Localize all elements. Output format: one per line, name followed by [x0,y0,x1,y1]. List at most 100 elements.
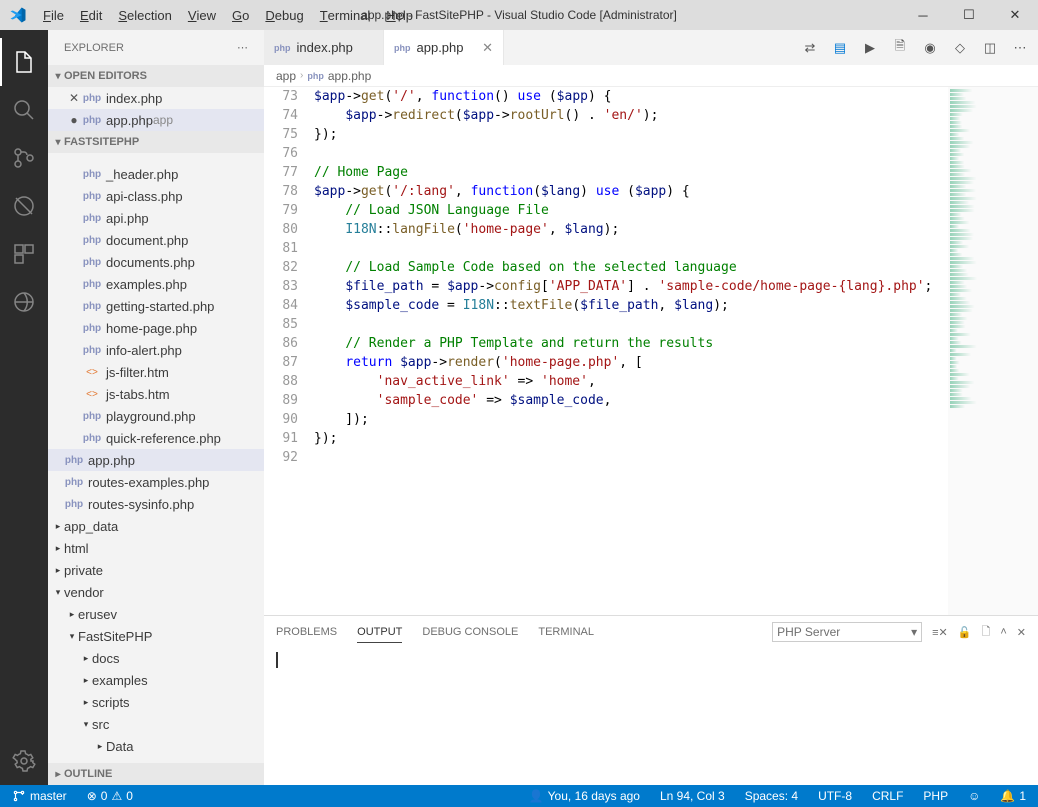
minimap[interactable] [948,87,1038,615]
output-channel-select[interactable]: PHP Server▾ [772,622,922,642]
panel-close-icon[interactable]: ✕ [1017,626,1026,639]
code-content[interactable]: $app->get('/', function() use ($app) { $… [314,87,948,615]
panel-tab-output[interactable]: OUTPUT [357,622,402,643]
compare-changes-icon[interactable]: ⇄ [800,38,820,58]
folder-item[interactable]: ▸Data [48,735,264,757]
file-item[interactable]: phpapp.php [48,449,264,471]
output-body[interactable] [264,648,1038,785]
section-project[interactable]: ▾FASTSITEPHP [48,131,264,153]
source-control-icon[interactable] [0,134,48,182]
run-icon[interactable]: ▶ [860,38,880,58]
breadcrumb-segment[interactable]: app.php [328,69,371,83]
php-file-icon: php [84,342,100,358]
maximize-button[interactable]: ☐ [946,0,992,30]
status-git-blame[interactable]: 👤You, 16 days ago [525,789,644,803]
file-item[interactable]: phpexamples.php [48,273,264,295]
php-file-icon: php [84,210,100,226]
editor-tab[interactable]: phpapp.php✕ [384,30,504,65]
status-ln-col[interactable]: Ln 94, Col 3 [656,789,729,803]
file-item[interactable]: phpinfo-alert.php [48,339,264,361]
menu-file[interactable]: File [35,0,72,30]
menu-selection[interactable]: Selection [110,0,179,30]
php-file-icon: php [84,298,100,314]
status-eol[interactable]: CRLF [868,789,907,803]
file-item[interactable]: phphome-page.php [48,317,264,339]
file-item[interactable]: php_header.php [48,163,264,185]
more-icon[interactable]: ⋯ [237,41,248,54]
live-share-icon[interactable] [0,278,48,326]
folder-item[interactable]: ▸app_data [48,515,264,537]
explorer-icon[interactable] [0,38,48,86]
status-language[interactable]: PHP [919,789,952,803]
status-branch[interactable]: master [8,789,71,803]
panel-tab-problems[interactable]: PROBLEMS [276,622,337,643]
file-item[interactable]: phpapi-class.php [48,185,264,207]
open-changes-icon[interactable]: 🗎 [890,38,910,58]
open-preview-icon[interactable]: ▤ [830,38,850,58]
chevron-right-icon: ▸ [94,741,106,752]
file-item[interactable]: phpquick-reference.php [48,427,264,449]
folder-item[interactable]: ▸private [48,559,264,581]
folder-item[interactable]: ▸scripts [48,691,264,713]
menu-debug[interactable]: Debug [257,0,311,30]
chevron-right-icon: ▸ [80,697,92,708]
activity-bar [0,30,48,785]
file-item[interactable]: phpdocuments.php [48,251,264,273]
menu-go[interactable]: Go [224,0,257,30]
bottom-panel: PROBLEMS OUTPUT DEBUG CONSOLE TERMINAL PHP … [264,615,1038,785]
folder-item[interactable]: ▸html [48,537,264,559]
file-item[interactable]: phpplayground.php [48,405,264,427]
file-item[interactable]: phproutes-sysinfo.php [48,493,264,515]
php-file-icon: php [84,408,100,424]
tab-close-icon[interactable]: ✕ [474,40,493,56]
open-log-icon[interactable]: 🗋 [981,623,990,642]
open-editor-item[interactable]: ●phpapp.php app [48,109,264,131]
close-icon[interactable]: ✕ [66,91,82,105]
status-encoding[interactable]: UTF-8 [814,789,856,803]
folder-item[interactable]: ▸erusev [48,603,264,625]
folder-item[interactable]: ▾vendor [48,581,264,603]
status-problems[interactable]: ⊗0⚠0 [83,789,137,803]
file-item[interactable]: phpapi.php [48,207,264,229]
panel-maximize-icon[interactable]: ˄ [1000,626,1006,638]
menu-view[interactable]: View [180,0,224,30]
lock-scroll-icon[interactable]: 🔓 [958,626,972,639]
modified-dot-icon[interactable]: ● [66,113,82,127]
section-outline[interactable]: ▸OUTLINE [48,763,264,785]
file-item[interactable]: <>js-filter.htm [48,361,264,383]
folder-item[interactable]: ▾FastSitePHP [48,625,264,647]
file-item[interactable]: phpdocument.php [48,229,264,251]
open-editor-item[interactable]: ✕phpindex.php [48,87,264,109]
file-item[interactable]: <>js-tabs.htm [48,383,264,405]
reveal-icon[interactable]: ◉ [920,38,940,58]
status-notifications-icon[interactable]: 🔔1 [996,789,1030,803]
menu-edit[interactable]: Edit [72,0,110,30]
diff-icon[interactable]: ◇ [950,38,970,58]
settings-gear-icon[interactable] [0,737,48,785]
chevron-right-icon: ▸ [80,675,92,686]
folder-item[interactable]: ▾src [48,713,264,735]
panel-tab-terminal[interactable]: TERMINAL [538,622,594,643]
split-editor-icon[interactable]: ◫ [980,38,1000,58]
minimize-button[interactable]: ─ [900,0,946,30]
section-open-editors[interactable]: ▾OPEN EDITORS [48,65,264,87]
search-icon[interactable] [0,86,48,134]
file-item[interactable]: phproutes-examples.php [48,471,264,493]
more-actions-icon[interactable]: ⋯ [1010,38,1030,58]
folder-item[interactable]: ▸examples [48,669,264,691]
status-feedback-icon[interactable]: ☺ [964,789,984,803]
clear-output-icon[interactable]: ≡✕ [932,626,948,639]
breadcrumbs[interactable]: app›phpapp.php [264,65,1038,87]
close-button[interactable]: ✕ [992,0,1038,30]
php-file-icon: php [84,320,100,336]
panel-tab-debug-console[interactable]: DEBUG CONSOLE [422,622,518,643]
file-item[interactable]: phpgetting-started.php [48,295,264,317]
breadcrumb-segment[interactable]: app [276,69,296,83]
debug-icon[interactable] [0,182,48,230]
editor-body[interactable]: 7374757677787980818283848586878889909192… [264,87,1038,615]
php-file-icon: php [274,43,291,53]
extensions-icon[interactable] [0,230,48,278]
editor-tab[interactable]: phpindex.php [264,30,384,65]
folder-item[interactable]: ▸docs [48,647,264,669]
status-indent[interactable]: Spaces: 4 [741,789,802,803]
